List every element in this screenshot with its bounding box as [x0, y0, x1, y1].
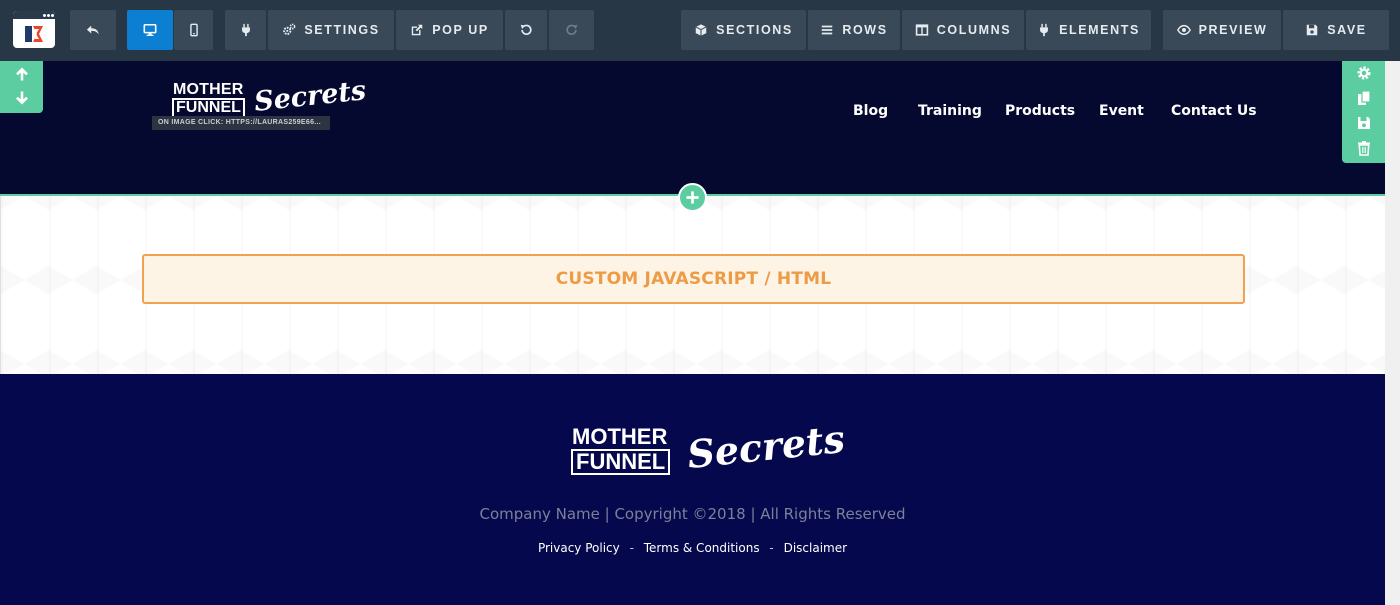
section-move-handle[interactable] — [0, 61, 43, 113]
redo-button[interactable] — [549, 10, 594, 50]
eye-icon — [1176, 24, 1191, 36]
link-separator: - — [769, 541, 774, 555]
desktop-icon — [143, 23, 157, 36]
settings-label: SETTINGS — [304, 23, 380, 37]
logo-word-mother: MOTHER — [173, 81, 244, 98]
rows-button[interactable]: ROWS — [808, 10, 900, 50]
trash-icon[interactable] — [1356, 140, 1372, 156]
redo-icon — [565, 24, 577, 36]
nav-blog[interactable]: Blog — [853, 103, 888, 119]
desktop-view-button[interactable] — [127, 10, 173, 50]
nav-products[interactable]: Products — [1005, 103, 1075, 119]
external-edit-icon — [411, 24, 423, 36]
logo-word-secrets: Secrets — [685, 415, 847, 478]
elements-button[interactable]: ELEMENTS — [1026, 10, 1151, 50]
section-tools — [1342, 61, 1385, 163]
mobile-view-button[interactable] — [174, 10, 213, 50]
bars-icon — [822, 25, 833, 35]
save-button[interactable]: SAVE — [1283, 10, 1389, 50]
cube-icon — [695, 24, 707, 36]
arrow-down-icon[interactable] — [14, 90, 30, 106]
rows-label: ROWS — [842, 23, 888, 37]
plug-icon — [241, 23, 250, 37]
plus-icon — [686, 191, 699, 204]
floppy-disk-icon — [1306, 24, 1318, 36]
add-section-button[interactable] — [678, 183, 707, 212]
undo-button[interactable] — [505, 10, 547, 50]
columns-label: COLUMNS — [936, 23, 1012, 37]
arrow-up-icon[interactable] — [14, 66, 30, 82]
gears-icon — [283, 23, 296, 35]
terms-conditions-link[interactable]: Terms & Conditions — [644, 541, 760, 555]
mobile-icon — [189, 23, 198, 37]
copy-icon[interactable] — [1356, 90, 1372, 106]
preview-button[interactable]: PREVIEW — [1163, 10, 1281, 50]
elements-label: ELEMENTS — [1059, 23, 1140, 37]
popup-button[interactable]: POP UP — [396, 10, 503, 50]
nav-training[interactable]: Training — [918, 103, 982, 119]
privacy-policy-link[interactable]: Privacy Policy — [538, 541, 620, 555]
sections-label: SECTIONS — [716, 23, 793, 37]
floppy-disk-icon[interactable] — [1356, 115, 1372, 131]
header-section[interactable]: MOTHER FUNNEL Secrets ON IMAGE CLICK: HT… — [0, 61, 1385, 194]
integrations-button[interactable] — [225, 10, 266, 50]
undo-icon — [520, 24, 532, 36]
copyright-text: Company Name | Copyright ©2018 | All Rig… — [479, 505, 906, 523]
columns-icon — [915, 24, 929, 36]
gear-icon[interactable] — [1356, 65, 1372, 81]
nav-contact-us[interactable]: Contact Us — [1171, 103, 1257, 119]
image-click-tag: ON IMAGE CLICK: HTTPS://LAURAS259E66... — [152, 116, 330, 130]
editor-toolbar: SETTINGS POP UP SECTIONS ROWS COLUMNS EL… — [0, 0, 1400, 61]
save-label: SAVE — [1327, 23, 1367, 37]
disclaimer-link[interactable]: Disclaimer — [784, 541, 847, 555]
footer-logo[interactable]: MOTHER FUNNEL Secrets — [571, 416, 847, 482]
logo-word-funnel: FUNNEL — [172, 98, 245, 118]
sections-button[interactable]: SECTIONS — [681, 10, 806, 50]
popup-label: POP UP — [432, 23, 489, 37]
reply-arrow-icon — [86, 25, 99, 35]
scrollbar-track[interactable] — [1385, 61, 1400, 605]
plug-icon — [1040, 23, 1048, 37]
link-separator: - — [629, 541, 634, 555]
footer-links: Privacy Policy - Terms & Conditions - Di… — [0, 541, 1385, 555]
columns-button[interactable]: COLUMNS — [902, 10, 1024, 50]
back-button[interactable] — [70, 10, 116, 50]
logo-word-secrets: Secrets — [252, 75, 368, 118]
app-logo-icon[interactable] — [13, 11, 55, 48]
content-section[interactable]: CUSTOM JAVASCRIPT / HTML — [0, 196, 1385, 374]
nav-event[interactable]: Event — [1099, 103, 1144, 119]
settings-button[interactable]: SETTINGS — [268, 10, 394, 50]
custom-js-html-element[interactable]: CUSTOM JAVASCRIPT / HTML — [142, 254, 1245, 304]
logo-word-mother: MOTHER — [572, 424, 668, 449]
footer-section[interactable]: MOTHER FUNNEL Secrets Company Name | Cop… — [0, 374, 1385, 605]
logo-word-funnel: FUNNEL — [571, 449, 671, 475]
preview-label: PREVIEW — [1198, 23, 1268, 37]
